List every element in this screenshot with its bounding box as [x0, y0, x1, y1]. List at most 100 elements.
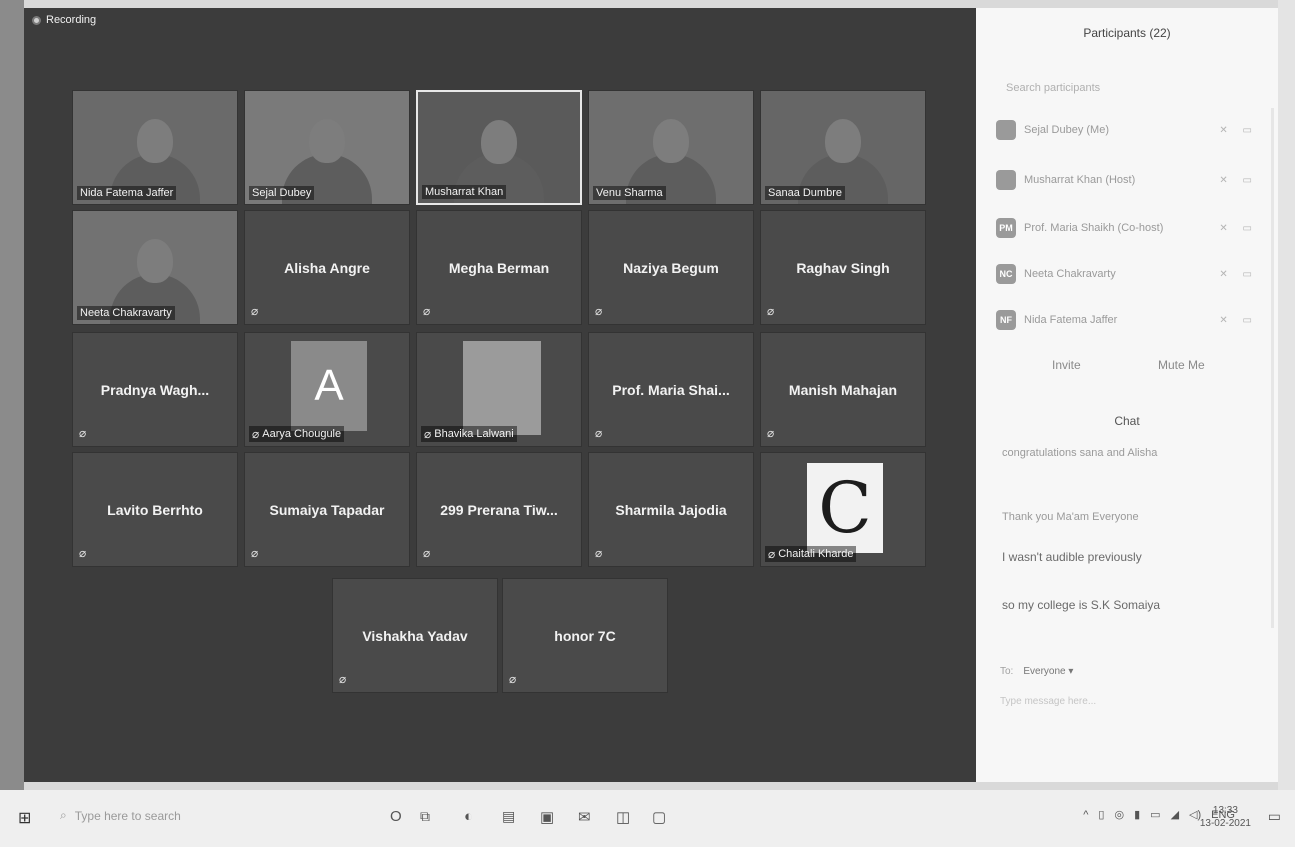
desktop-right-edge [1278, 0, 1295, 790]
profile-photo [463, 341, 541, 435]
mic-muted-icon: ⌀ [251, 546, 259, 560]
chat-recipient[interactable]: To: Everyone ▾ [1000, 666, 1073, 677]
participant-tile[interactable]: Manish Mahajan ⌀ [760, 332, 926, 447]
participant-tile[interactable]: A ⌀ Aarya Chougule [244, 332, 410, 447]
mic-muted-icon: ⌀ [79, 546, 87, 560]
network-icon[interactable]: ▯ [1098, 808, 1104, 821]
panel-scrollbar[interactable] [1271, 108, 1274, 628]
mic-video-icons: ✕ ▭ [1219, 124, 1258, 136]
taskbar-search[interactable]: ⌕ Type here to search [60, 808, 181, 823]
mic-video-icons: ✕ ▭ [1219, 222, 1258, 234]
participant-name-label: Sejal Dubey [249, 186, 315, 200]
participant-name: Manish Mahajan [788, 381, 898, 398]
edge-browser-icon[interactable]: ◐ [464, 808, 473, 825]
chat-message: so my college is S.K Somaiya [1002, 598, 1161, 612]
participant-avatar: NC [996, 264, 1016, 284]
participant-name: Lavito Berrhto [107, 501, 203, 518]
record-icon [32, 15, 41, 25]
mail-icon[interactable]: ✉ [578, 808, 591, 826]
mic-muted-icon: ⌀ [79, 426, 87, 440]
participant-search-input[interactable]: Search participants [1006, 82, 1100, 94]
participant-name: Pradnya Wagh... [100, 381, 210, 398]
participant-tile[interactable]: Sanaa Dumbre [760, 90, 926, 205]
participant-tile[interactable]: Musharrat Khan [416, 90, 582, 205]
participant-row[interactable]: NC Neeta Chakravarty ✕ ▭ [996, 262, 1258, 286]
mic-muted-icon: ⌀ [595, 546, 603, 560]
mic-muted-icon: ⌀ [339, 672, 347, 686]
participant-name: Naziya Begum [623, 259, 719, 276]
mic-muted-icon: ⌀ [424, 427, 432, 441]
battery-icon[interactable]: ▭ [1150, 808, 1160, 821]
participant-tile[interactable]: Nida Fatema Jaffer [72, 90, 238, 205]
chat-input[interactable]: Type message here... [1000, 696, 1096, 707]
participant-name: Sharmila Jajodia [615, 501, 727, 518]
chat-to-label: To: [1000, 666, 1014, 677]
chevron-up-icon[interactable]: ^ [1083, 809, 1088, 821]
store-icon[interactable]: ▣ [540, 808, 554, 826]
participant-avatar: PM [996, 218, 1016, 238]
participant-tile[interactable]: Naziya Begum ⌀ [588, 210, 754, 325]
chat-title: Chat [1114, 414, 1140, 428]
participant-tile[interactable]: Sumaiya Tapadar ⌀ [244, 452, 410, 567]
participant-name-label: ⌀ Aarya Chougule [249, 426, 345, 442]
participant-name-text: Bhavika Lalwani [434, 428, 514, 440]
participant-tile[interactable]: Sejal Dubey [244, 90, 410, 205]
mic-muted-icon: ⌀ [768, 547, 776, 561]
participant-name-label: Nida Fatema Jaffer [77, 186, 177, 200]
participants-title: Participants (22) [1083, 26, 1171, 40]
mic-muted-icon: ⌀ [252, 427, 260, 441]
camera-icon[interactable]: ◎ [1114, 808, 1124, 821]
participant-row[interactable]: Sejal Dubey (Me) ✕ ▭ [996, 118, 1258, 142]
participant-tile[interactable]: Alisha Angre ⌀ [244, 210, 410, 325]
participant-avatar [996, 120, 1016, 140]
participant-name: honor 7C [554, 627, 616, 644]
participant-name: Sejal Dubey (Me) [1024, 124, 1109, 136]
participant-tile[interactable]: Venu Sharma [588, 90, 754, 205]
meeting-window: Recording Nida Fatema Jaffer Sejal Dubey M… [24, 8, 976, 782]
participant-tile[interactable]: C ⌀ Chaitali Kharde [760, 452, 926, 567]
mute-me-button[interactable]: Mute Me [1158, 358, 1205, 372]
participant-row[interactable]: NF Nida Fatema Jaffer ✕ ▭ [996, 308, 1258, 332]
taskbar-search-text: Type here to search [74, 808, 181, 823]
participant-tile[interactable]: Lavito Berrhto ⌀ [72, 452, 238, 567]
windows-start-icon[interactable]: ⊞ [18, 808, 31, 828]
mic-icon[interactable]: ▮ [1134, 808, 1140, 821]
participant-tile[interactable]: 299 Prerana Tiw... ⌀ [416, 452, 582, 567]
mic-muted-icon: ⌀ [251, 304, 259, 318]
app-icon[interactable]: ◫ [616, 808, 630, 826]
participant-tile[interactable]: Raghav Singh ⌀ [760, 210, 926, 325]
task-view-icon[interactable]: ⧉ [420, 808, 430, 825]
participant-tile[interactable]: Megha Berman ⌀ [416, 210, 582, 325]
side-panel: Participants (22) Search participants Se… [976, 8, 1278, 782]
invite-button[interactable]: Invite [1052, 358, 1081, 372]
participant-name: Prof. Maria Shaikh (Co-host) [1024, 222, 1164, 234]
participant-name: Raghav Singh [796, 259, 890, 276]
taskbar: ⊞ ⌕ Type here to search O ⧉ ◐ ▤ ▣ ✉ ◫ ▢ … [0, 790, 1295, 847]
zoom-app-icon[interactable]: ▢ [652, 808, 666, 826]
participant-tile[interactable]: Neeta Chakravarty [72, 210, 238, 325]
participant-name: Neeta Chakravarty [1024, 268, 1116, 280]
mic-muted-icon: ⌀ [767, 304, 775, 318]
participant-tile[interactable]: Prof. Maria Shai... ⌀ [588, 332, 754, 447]
participant-tile[interactable]: Pradnya Wagh... ⌀ [72, 332, 238, 447]
participant-row[interactable]: PM Prof. Maria Shaikh (Co-host) ✕ ▭ [996, 216, 1258, 240]
chat-to-dropdown[interactable]: Everyone ▾ [1023, 666, 1073, 677]
participant-name-label: Neeta Chakravarty [77, 306, 175, 320]
participant-row[interactable]: Musharrat Khan (Host) ✕ ▭ [996, 168, 1258, 192]
mic-muted-icon: ⌀ [595, 304, 603, 318]
participant-name-label: Venu Sharma [593, 186, 666, 200]
chat-message: congratulations sana and Alisha [1002, 447, 1158, 459]
profile-avatar: C [807, 463, 883, 553]
mic-video-icons: ✕ ▭ [1219, 174, 1258, 186]
file-explorer-icon[interactable]: ▤ [502, 808, 515, 825]
clock-time: 13:33 [1212, 805, 1238, 816]
wifi-icon[interactable]: ◢ [1171, 808, 1179, 821]
participant-tile[interactable]: ⌀ Bhavika Lalwani [416, 332, 582, 447]
participant-tile[interactable]: Vishakha Yadav ⌀ [332, 578, 498, 693]
participant-tile[interactable]: Sharmila Jajodia ⌀ [588, 452, 754, 567]
clock[interactable]: 13:33 13-02-2021 [1200, 804, 1251, 830]
participant-name-text: Chaitali Kharde [778, 548, 854, 560]
participant-tile[interactable]: honor 7C ⌀ [502, 578, 668, 693]
cortana-icon[interactable]: O [390, 808, 402, 825]
notifications-icon[interactable]: ▭ [1268, 808, 1281, 825]
